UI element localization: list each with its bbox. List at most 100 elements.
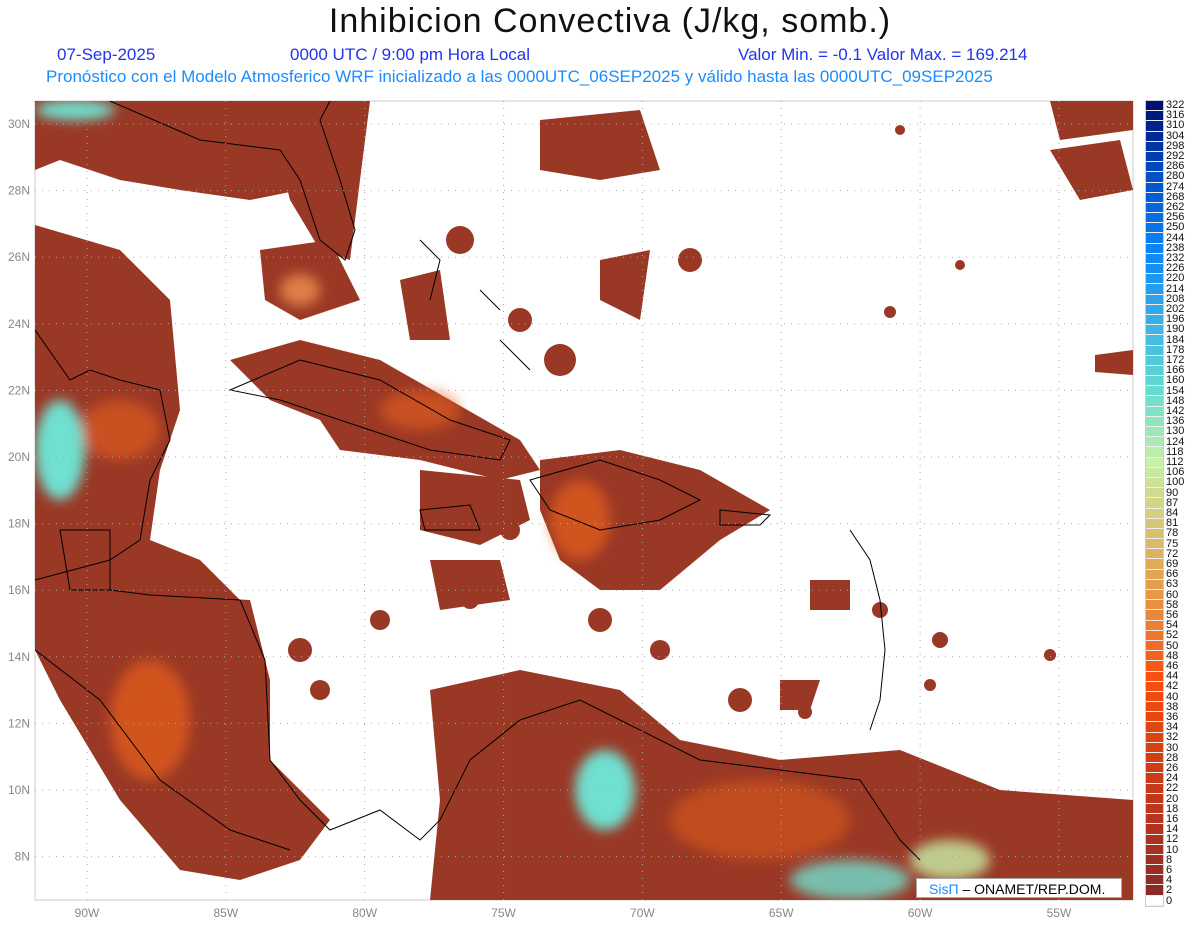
colorbar-cell [1146,172,1163,183]
colorbar-cell [1146,131,1163,142]
colorbar-label: 52 [1166,629,1179,642]
colorbar-cell [1146,376,1163,387]
colorbar-cell [1146,895,1163,906]
colorbar-cell [1146,549,1163,560]
logo-brand: SisΠ [929,881,959,897]
colorbar-cell [1146,651,1163,662]
colorbar-cell [1146,274,1163,285]
colorbar-cell [1146,793,1163,804]
colorbar-cell [1146,814,1163,825]
cin-map: 90W 85W 80W 75W 70W 65W 60W 55W 30N 28N 26N 24N 22N 2… [8,100,1134,920]
colorbar-label: 160 [1166,374,1185,387]
colorbar-cell [1146,182,1163,193]
colorbar-label: 0 [1166,894,1173,907]
colorbar-cell [1146,885,1163,896]
colorbar-cell [1146,325,1163,336]
colorbar-cell [1146,141,1163,152]
colorbar-cell [1146,498,1163,509]
lon-label: 55W [1047,906,1072,920]
colorbar-cell [1146,854,1163,866]
colorbar-cell [1146,579,1163,590]
colorbar-label: 2 [1166,884,1173,897]
colorbar-label: 42 [1166,680,1179,693]
lat-label: 30N [8,117,30,131]
colorbar-label: 310 [1166,119,1185,132]
colorbar-cell [1146,213,1163,224]
colorbar-label: 63 [1166,578,1179,591]
logo-box: SisΠ – ONAMET/REP.DOM. [916,878,1122,898]
lat-label: 14N [8,650,30,664]
colorbar-cell [1146,386,1163,397]
lon-label: 65W [769,906,794,920]
colorbar-cell [1146,355,1163,366]
lat-label: 26N [8,250,30,264]
colorbar-cell [1146,671,1163,682]
colorbar-label: 12 [1166,833,1179,846]
colorbar-label: 190 [1166,323,1185,336]
colorbar [1145,100,1164,907]
colorbar-cell [1146,824,1163,835]
lat-label: 20N [8,450,30,464]
colorbar-cell [1146,467,1163,478]
colorbar-cell [1146,345,1163,356]
colorbar-cell [1146,304,1163,315]
colorbar-cell [1146,202,1163,214]
colorbar-cell [1146,722,1163,733]
colorbar-cell [1146,712,1163,723]
lon-label: 90W [75,906,100,920]
lat-label: 28N [8,184,30,198]
colorbar-cell [1146,640,1163,652]
lon-label: 85W [214,906,239,920]
colorbar-cell [1146,243,1163,254]
colorbar-label: 100 [1166,476,1185,489]
colorbar-cell [1146,630,1163,641]
colorbar-cell [1146,753,1163,764]
colorbar-cell [1146,783,1163,794]
colorbar-cell [1146,233,1163,244]
lat-label: 24N [8,317,30,331]
colorbar-cell [1146,742,1163,753]
lon-label: 75W [491,906,516,920]
colorbar-cell [1146,518,1163,529]
colorbar-label: 78 [1166,527,1179,540]
colorbar-cell [1146,661,1163,672]
colorbar-cell [1146,610,1163,621]
lat-label: 16N [8,583,30,597]
colorbar-cell [1146,151,1163,163]
colorbar-cell [1146,111,1163,122]
colorbar-cell [1146,865,1163,876]
lon-label: 80W [352,906,377,920]
colorbar-cell [1146,253,1163,264]
colorbar-cell [1146,590,1163,601]
colorbar-cell [1146,437,1163,448]
lon-label: 60W [908,906,933,920]
colorbar-cell [1146,681,1163,692]
colorbar-cell [1146,264,1163,275]
colorbar-cell [1146,508,1163,519]
colorbar-cell [1146,396,1163,407]
colorbar-cell [1146,101,1163,112]
lat-label: 18N [8,517,30,531]
colorbar-cell [1146,620,1163,631]
colorbar-cell [1146,702,1163,713]
colorbar-cell [1146,844,1163,855]
colorbar-cell [1146,447,1163,458]
colorbar-cell [1146,223,1163,234]
colorbar-cell [1146,416,1163,427]
colorbar-label: 22 [1166,782,1179,795]
colorbar-cell [1146,528,1163,540]
colorbar-cell [1146,803,1163,815]
colorbar-cell [1146,121,1163,132]
colorbar-cell [1146,314,1163,326]
colorbar-cell [1146,875,1163,886]
logo-text: – ONAMET/REP.DOM. [958,881,1106,897]
colorbar-cell [1146,335,1163,346]
lat-label: 8N [15,850,30,864]
lat-label: 22N [8,383,30,397]
colorbar-cell [1146,477,1163,489]
colorbar-cell [1146,406,1163,417]
colorbar-cell [1146,559,1163,570]
lat-label: 10N [8,783,30,797]
colorbar-label: 250 [1166,221,1185,234]
colorbar-cell [1146,539,1163,550]
